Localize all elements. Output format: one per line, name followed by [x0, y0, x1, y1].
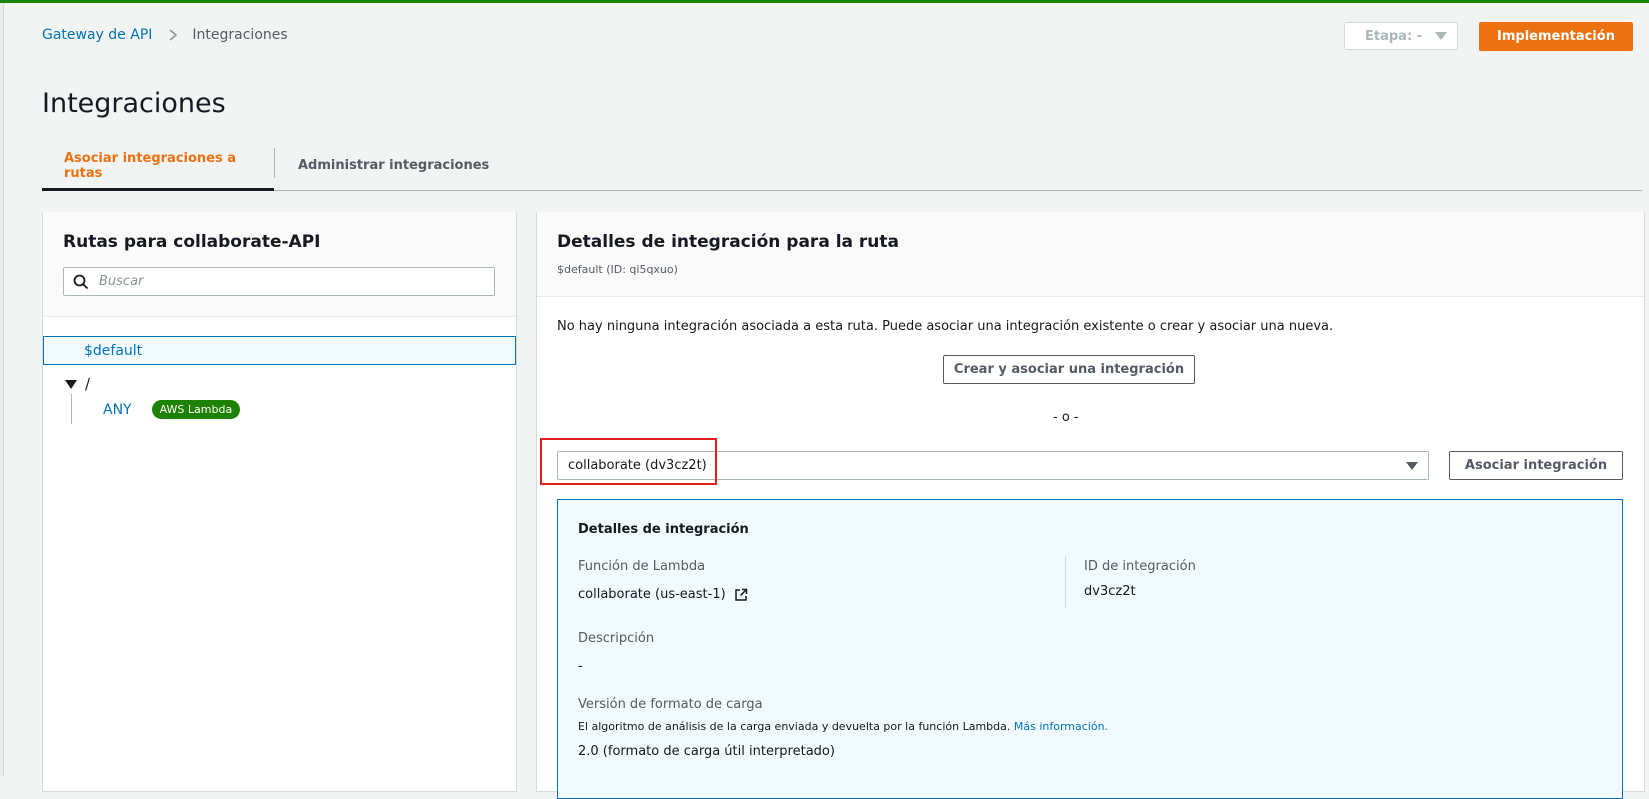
integration-select-value: collaborate (dv3cz2t) [568, 458, 707, 473]
stage-select-label: Etapa: - [1365, 28, 1423, 44]
tab-separator [274, 148, 275, 178]
column-divider [1065, 556, 1066, 608]
lambda-function-value[interactable]: collaborate (us-east-1) [578, 587, 748, 602]
no-integration-message: No hay ninguna integración asociada a es… [557, 319, 1334, 334]
route-item-default[interactable]: $default [43, 336, 516, 365]
routes-panel-title: Rutas para collaborate-API [63, 232, 321, 252]
tabs: Asociar integraciones a rutas Administra… [42, 140, 1642, 191]
details-panel-title: Detalles de integración para la ruta [557, 232, 900, 252]
page-title: Integraciones [42, 88, 226, 119]
route-search[interactable] [63, 267, 495, 296]
external-link-icon[interactable] [734, 588, 748, 602]
stage-select[interactable]: Etapa: - [1344, 22, 1458, 50]
caret-down-icon [1406, 461, 1418, 470]
associate-integration-button[interactable]: Asociar integración [1449, 451, 1623, 480]
page-left-edge [0, 3, 4, 776]
integration-details-box: Detalles de integración Función de Lambd… [557, 499, 1623, 799]
integration-select[interactable]: collaborate (dv3cz2t) [557, 451, 1429, 480]
description-label: Descripción [578, 631, 655, 646]
tab-manage-integrations[interactable]: Administrar integraciones [276, 140, 511, 191]
caret-down-icon[interactable] [65, 379, 77, 389]
tab-associate-integrations[interactable]: Asociar integraciones a rutas [42, 140, 274, 191]
search-icon [73, 274, 89, 289]
search-input[interactable] [97, 273, 481, 290]
integration-details-panel: Detalles de integración para la ruta $de… [536, 212, 1645, 799]
create-and-associate-button[interactable]: Crear y asociar una integración [943, 355, 1195, 384]
breadcrumb-current: Integraciones [192, 27, 288, 43]
caret-down-icon [1435, 32, 1447, 40]
integration-id-label: ID de integración [1084, 559, 1196, 574]
or-separator: - o - [1053, 410, 1079, 425]
route-method-label: ANY [103, 401, 132, 418]
integration-id-value: dv3cz2t [1084, 584, 1136, 599]
details-panel-header: Detalles de integración para la ruta $de… [537, 212, 1644, 297]
breadcrumb: Gateway de API Integraciones [42, 27, 288, 43]
routes-panel: Rutas para collaborate-API $default / AN… [42, 212, 517, 792]
description-value: - [578, 659, 583, 674]
chevron-right-icon [166, 28, 180, 42]
breadcrumb-api-gateway-link[interactable]: Gateway de API [42, 27, 152, 43]
lambda-function-link[interactable]: collaborate (us-east-1) [578, 587, 726, 602]
route-item-any[interactable]: ANY AWS Lambda [103, 400, 241, 419]
aws-lambda-badge: AWS Lambda [151, 400, 241, 419]
payload-help-text: El algoritmo de análisis de la carga env… [578, 720, 1011, 733]
top-accent-bar [0, 0, 1649, 3]
routes-panel-header: Rutas para collaborate-API [43, 212, 516, 317]
route-tree-line [71, 394, 72, 424]
route-root-label: / [85, 375, 91, 393]
route-item-root[interactable]: / [65, 375, 90, 393]
payload-version-value: 2.0 (formato de carga útil interpretado) [578, 744, 835, 759]
deploy-button[interactable]: Implementación [1479, 22, 1633, 51]
payload-version-label: Versión de formato de carga [578, 697, 763, 712]
payload-version-help: El algoritmo de análisis de la carga env… [578, 720, 1108, 733]
lambda-function-label: Función de Lambda [578, 559, 706, 574]
route-id-subtitle: $default (ID: qi5qxuo) [557, 263, 678, 276]
integration-details-title: Detalles de integración [578, 522, 749, 537]
more-info-link[interactable]: Más información. [1014, 720, 1108, 733]
